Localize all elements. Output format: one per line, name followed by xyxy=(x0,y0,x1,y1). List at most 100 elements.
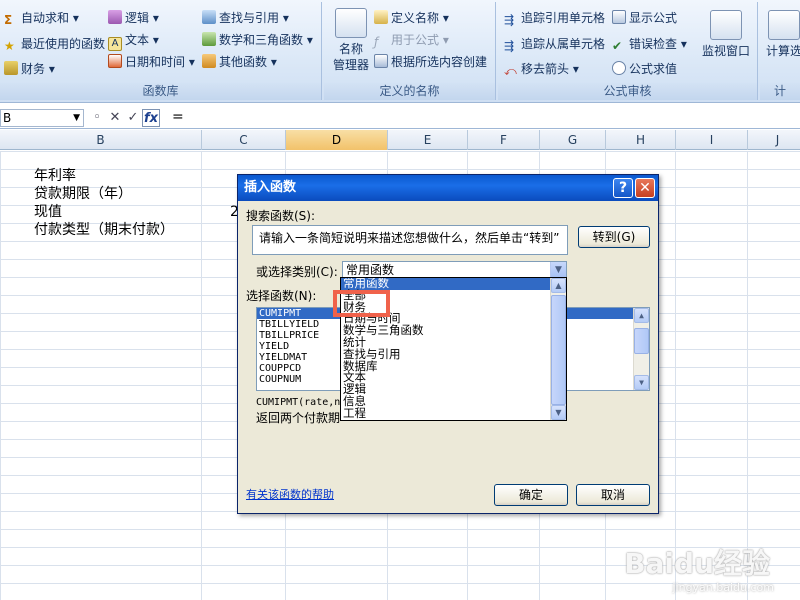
function-library-label: 函数库 xyxy=(0,83,321,100)
ok-button[interactable]: 确定 xyxy=(494,484,568,506)
more-label: 其他函数 xyxy=(219,55,268,69)
search-input[interactable]: 请输入一条简短说明来描述您想做什么，然后单击“转到” xyxy=(252,225,568,255)
math-label: 数学和三角函数 xyxy=(219,33,304,47)
circle-menu-icon[interactable]: ◦ xyxy=(88,109,106,127)
show-formulas-button[interactable]: 显示公式 xyxy=(612,8,677,28)
error-check-icon: ✔ xyxy=(612,39,623,53)
financial-icon xyxy=(4,61,18,75)
scroll-up-icon[interactable]: ▲ xyxy=(551,278,566,293)
column-header-d[interactable]: D xyxy=(286,130,388,150)
cell-b4[interactable]: 付款类型（期末付款） xyxy=(34,221,174,239)
category-option[interactable]: 数学与三角函数 xyxy=(341,324,566,337)
scroll-down-icon[interactable]: ▼ xyxy=(551,405,566,420)
category-option[interactable]: 工程 xyxy=(341,407,566,420)
cancel-button[interactable]: 取消 xyxy=(576,484,650,506)
category-label: 或选择类别(C): xyxy=(256,265,338,279)
column-header-f[interactable]: F xyxy=(468,130,540,150)
column-headers: B C D E F G H I J xyxy=(0,130,800,150)
calculation-group: 计算选 计 xyxy=(760,2,800,100)
calendar-icon xyxy=(108,54,122,68)
lookup-button[interactable]: 查找与引用 ▾ xyxy=(202,8,289,28)
text-label: 文本 xyxy=(125,33,150,47)
dropdown-scrollbar[interactable]: ▲ ▼ xyxy=(550,278,566,420)
define-name-button[interactable]: 定义名称 ▾ xyxy=(374,8,449,28)
chevron-down-icon[interactable]: ▼ xyxy=(550,262,566,278)
category-option[interactable]: 信息 xyxy=(341,395,566,408)
remove-arrows-label: 移去箭头 xyxy=(521,62,570,76)
insert-function-icon[interactable]: fx xyxy=(142,109,160,127)
column-header-c[interactable]: C xyxy=(202,130,286,150)
defined-names-group: 名称 管理器 定义名称 ▾ ƒ 用于公式 ▾ 根据所选内容创建 定义的名称 xyxy=(324,2,496,100)
cell-b2[interactable]: 贷款期限（年） xyxy=(34,185,132,203)
select-function-label: 选择函数(N): xyxy=(246,289,317,303)
math-button[interactable]: 数学和三角函数 ▾ xyxy=(202,30,313,50)
logical-label: 逻辑 xyxy=(125,11,150,25)
autosum-label: 自动求和 xyxy=(21,11,70,25)
cell-b1[interactable]: 年利率 xyxy=(34,167,76,185)
column-header-g[interactable]: G xyxy=(540,130,606,150)
show-formulas-icon xyxy=(612,10,626,24)
trace-dependents-button[interactable]: ⇶ 追踪从属单元格 xyxy=(504,34,605,54)
column-header-b[interactable]: B xyxy=(0,130,202,150)
recent-label: 最近使用的函数 xyxy=(21,37,106,51)
recent-functions-button[interactable]: ★最近使用的函数 ▾ xyxy=(4,34,115,54)
name-box[interactable]: B ▼ xyxy=(0,109,84,127)
trace-precedents-button[interactable]: ⇶ 追踪引用单元格 xyxy=(504,8,605,28)
column-header-j[interactable]: J xyxy=(748,130,800,150)
scroll-down-icon[interactable]: ▼ xyxy=(634,375,649,390)
create-from-selection-button[interactable]: 根据所选内容创建 xyxy=(374,52,487,72)
scroll-thumb[interactable] xyxy=(634,328,649,354)
help-icon[interactable]: ? xyxy=(613,178,633,198)
column-header-h[interactable]: H xyxy=(606,130,676,150)
function-list-scrollbar[interactable]: ▲ ▼ xyxy=(633,308,649,390)
autosum-button[interactable]: Σ 自动求和 ▾ xyxy=(4,8,79,28)
financial-button[interactable]: 财务 ▾ xyxy=(4,59,55,79)
use-in-formula-button[interactable]: ƒ 用于公式 ▾ xyxy=(374,30,449,50)
calculation-label: 计 xyxy=(760,83,800,100)
search-label: 搜索函数(S): xyxy=(246,209,316,223)
evaluate-formula-button[interactable]: 公式求值 xyxy=(612,59,677,79)
watch-window-icon xyxy=(710,10,742,40)
ribbon: Σ自动求和 ▾ ★最近使用的函数 ▾ 财务 ▾ 逻辑 ▾ A文本 ▾ 日期和时间… xyxy=(0,0,800,103)
remove-arrows-icon: ⤺ xyxy=(504,64,517,78)
category-option[interactable]: 逻辑 xyxy=(341,383,566,396)
grid-line xyxy=(675,151,676,600)
column-header-e[interactable]: E xyxy=(388,130,468,150)
more-functions-button[interactable]: 其他函数 ▾ xyxy=(202,52,277,72)
column-header-i[interactable]: I xyxy=(676,130,748,150)
text-button[interactable]: A 文本 ▾ xyxy=(108,30,159,51)
error-checking-button[interactable]: ✔ 错误检查 ▾ xyxy=(612,34,687,54)
trace-precedents-icon: ⇶ xyxy=(504,13,515,27)
logical-button[interactable]: 逻辑 ▾ xyxy=(108,8,159,28)
category-value: 常用函数 xyxy=(346,263,395,277)
remove-arrows-button[interactable]: ⤺ 移去箭头 ▾ xyxy=(504,59,579,79)
enter-icon[interactable]: ✓ xyxy=(124,109,142,127)
watch-window-button[interactable]: 监视窗口 xyxy=(700,10,752,59)
function-help-link[interactable]: 有关该函数的帮助 xyxy=(246,486,334,502)
calc-options-button[interactable]: 计算选 xyxy=(764,10,800,59)
calc-options-icon xyxy=(768,10,800,40)
more-functions-icon xyxy=(202,54,216,68)
chevron-down-icon[interactable]: ▼ xyxy=(73,110,80,126)
formula-text[interactable]: = xyxy=(172,109,184,125)
category-option[interactable]: 数据库 xyxy=(341,360,566,373)
watermark-logo: Baidu经验 xyxy=(624,547,770,580)
scroll-up-icon[interactable]: ▲ xyxy=(634,308,649,323)
scroll-thumb[interactable] xyxy=(551,295,566,405)
formula-auditing-group: ⇶ 追踪引用单元格 ⇶ 追踪从属单元格 ⤺ 移去箭头 ▾ 显示公式 ✔ 错误检查 ▾ 公… xyxy=(498,2,758,100)
show-formulas-label: 显示公式 xyxy=(629,11,678,25)
function-library-group: Σ自动求和 ▾ ★最近使用的函数 ▾ 财务 ▾ 逻辑 ▾ A文本 ▾ 日期和时间… xyxy=(0,2,322,100)
trace-dependents-icon: ⇶ xyxy=(504,39,515,53)
go-button[interactable]: 转到(G) xyxy=(578,226,650,248)
name-manager-button[interactable]: 名称 管理器 xyxy=(328,8,374,73)
trace-dependents-label: 追踪从属单元格 xyxy=(521,37,606,51)
category-option[interactable]: 常用函数 xyxy=(341,278,566,290)
close-icon[interactable]: ✕ xyxy=(635,178,655,198)
cell-b3[interactable]: 现值 xyxy=(34,203,62,221)
dialog-title-bar[interactable]: 插入函数 ? ✕ xyxy=(238,175,658,201)
star-icon: ★ xyxy=(4,39,15,53)
cancel-icon[interactable]: ✕ xyxy=(106,109,124,127)
datetime-button[interactable]: 日期和时间 ▾ xyxy=(108,52,195,72)
name-manager-line2: 管理器 xyxy=(332,58,369,72)
category-option[interactable]: 文本 xyxy=(341,372,566,384)
